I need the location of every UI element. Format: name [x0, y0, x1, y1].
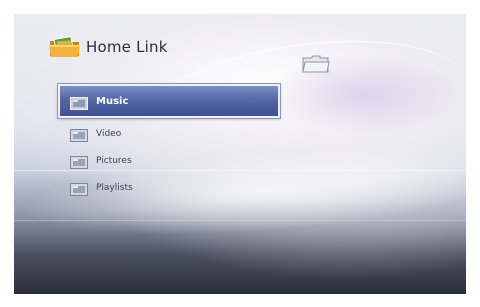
app-header: Home Link [48, 35, 168, 58]
menu-item-label: Playlists [96, 182, 133, 193]
menu-item-playlists[interactable]: Playlists [60, 174, 280, 201]
folder-icon [70, 154, 88, 169]
folder-icon [70, 181, 88, 196]
menu-item-music[interactable]: Music [58, 84, 280, 118]
folder-icon [70, 127, 88, 142]
menu-item-pictures[interactable]: Pictures [60, 147, 280, 174]
menu-item-video[interactable]: Video [60, 120, 280, 147]
menu-item-label: Music [96, 95, 129, 107]
photo-folder-icon [48, 35, 82, 58]
home-link-screen: Home Link Music Video Pictures Playlists [14, 14, 466, 294]
menu-item-label: Pictures [96, 155, 132, 166]
background-line [14, 220, 466, 221]
folder-icon [70, 95, 88, 110]
folder-icon[interactable] [302, 54, 330, 74]
source-menu: Music Video Pictures Playlists [58, 84, 280, 201]
menu-item-label: Video [96, 128, 122, 139]
app-title: Home Link [86, 38, 168, 56]
